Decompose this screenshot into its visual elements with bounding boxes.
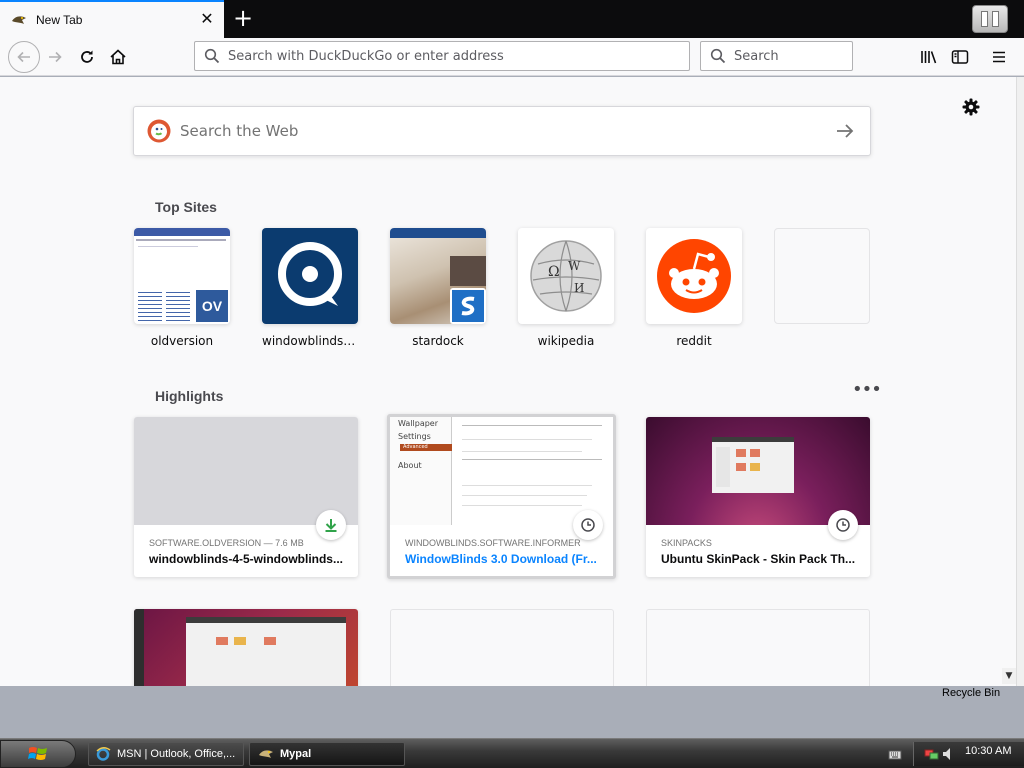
top-site-wikipedia[interactable]: Ω W И wikipedia: [518, 228, 614, 348]
site-thumbnail: [262, 228, 358, 324]
library-icon: [921, 51, 937, 64]
card-source: WINDOWBLINDS.SOFTWARE.INFORMER: [405, 538, 581, 548]
site-thumbnail: OV: [134, 228, 230, 324]
highlight-card-windowblinds-informer[interactable]: Wallpaper Settings Advanced About WINDOW…: [387, 414, 616, 579]
hamburger-icon: [993, 51, 1005, 63]
highlight-card-oldversion[interactable]: SOFTWARE.OLDVERSION — 7.6 MB windowblind…: [134, 417, 358, 577]
reload-icon: [81, 50, 93, 63]
settings-gear-icon[interactable]: [960, 96, 982, 118]
taskbar-item-label: MSN | Outlook, Office,...: [117, 748, 236, 760]
network-icon[interactable]: [924, 746, 940, 762]
card-thumbnail: Wallpaper Settings Advanced About: [390, 417, 613, 525]
new-tab-button[interactable]: +: [232, 6, 254, 30]
windows-logo-icon: [28, 747, 47, 760]
web-search-input[interactable]: [180, 122, 820, 140]
highlights-heading: Highlights: [155, 388, 224, 404]
back-arrow-icon: [17, 51, 30, 63]
home-button[interactable]: [103, 42, 133, 72]
internet-explorer-icon: [96, 747, 111, 761]
site-label: windowblinds.s...: [262, 334, 358, 348]
svg-text:W: W: [568, 259, 581, 273]
windowblinds-logo-icon: [278, 242, 342, 306]
clock-icon: [828, 510, 858, 540]
library-button[interactable]: [914, 42, 944, 72]
taskbar-item-label: Mypal: [280, 748, 312, 760]
highlight-card-partial[interactable]: [134, 609, 358, 686]
volume-icon[interactable]: [942, 746, 954, 762]
start-button[interactable]: [0, 740, 76, 768]
forward-arrow-icon: [49, 51, 62, 63]
top-site-stardock[interactable]: stardock: [390, 228, 486, 348]
window-controls[interactable]: [972, 5, 1008, 33]
taskbar-item-msn[interactable]: MSN | Outlook, Office,...: [88, 742, 244, 766]
search-icon: [204, 48, 220, 64]
tab-new-tab[interactable]: New Tab ✕: [0, 0, 224, 38]
card-thumbnail: [646, 417, 870, 525]
address-bar[interactable]: [194, 41, 690, 71]
taskbar-clock[interactable]: 10:30 AM: [965, 745, 1011, 757]
mypal-icon: [259, 750, 273, 758]
search-input[interactable]: [734, 48, 852, 64]
search-icon: [710, 48, 726, 64]
more-options-icon[interactable]: •••: [852, 381, 882, 403]
clock-icon: [573, 510, 603, 540]
mypal-tab-icon: [11, 12, 27, 28]
reddit-logo-icon: [657, 239, 731, 313]
highlight-card-empty-slot: [390, 609, 614, 686]
top-site-oldversion[interactable]: OV oldversion: [134, 228, 230, 348]
reload-button[interactable]: [72, 42, 102, 72]
svg-text:И: И: [574, 281, 584, 295]
new-tab-page: Top Sites OV oldversion windowblinds.s..…: [0, 77, 1016, 686]
tab-title: New Tab: [36, 13, 83, 27]
site-label: oldversion: [150, 334, 214, 348]
tab-close-icon[interactable]: ✕: [198, 10, 216, 28]
menu-button[interactable]: [984, 42, 1014, 72]
sidebar-button[interactable]: [945, 42, 975, 72]
site-thumbnail: [390, 228, 486, 324]
oldversion-logo-icon: OV: [194, 288, 230, 324]
card-title: Ubuntu SkinPack - Skin Pack Th...: [661, 552, 856, 566]
sidebar-icon: [951, 50, 969, 64]
taskbar: MSN | Outlook, Office,... Mypal: [0, 738, 1024, 768]
keyboard-icon[interactable]: [888, 747, 902, 761]
top-sites-heading: Top Sites: [155, 199, 217, 215]
site-thumbnail: [646, 228, 742, 324]
download-icon: [316, 510, 346, 540]
highlight-card-skinpacks[interactable]: SKINPACKS Ubuntu SkinPack - Skin Pack Th…: [646, 417, 870, 577]
top-site-windowblinds[interactable]: windowblinds.s...: [262, 228, 358, 348]
svg-text:Ω: Ω: [548, 264, 560, 280]
site-label: reddit: [676, 334, 712, 348]
card-title: windowblinds-4-5-windowblinds...: [149, 552, 343, 566]
card-thumbnail: [134, 609, 358, 686]
address-input[interactable]: [228, 48, 689, 64]
site-label: wikipedia: [537, 334, 595, 348]
card-thumbnail: [134, 417, 358, 525]
card-title: WindowBlinds 3.0 Download (Fr...: [405, 552, 597, 566]
stardock-logo-icon: [450, 288, 486, 324]
top-site-empty-slot: [774, 228, 870, 324]
top-site-reddit[interactable]: reddit: [646, 228, 742, 348]
web-search-box[interactable]: [133, 106, 871, 156]
tab-strip: New Tab ✕ +: [0, 0, 1024, 38]
site-thumbnail: Ω W И: [518, 228, 614, 324]
vertical-scrollbar[interactable]: [1016, 77, 1024, 686]
site-label: stardock: [412, 334, 464, 348]
highlight-card-empty-slot: [646, 609, 870, 686]
home-icon: [110, 49, 126, 65]
wikipedia-globe-icon: Ω W И: [530, 240, 602, 312]
arrow-right-icon[interactable]: [834, 120, 856, 142]
scroll-down-arrow-icon[interactable]: ▼: [1002, 668, 1016, 684]
taskbar-item-mypal[interactable]: Mypal: [249, 742, 405, 766]
search-bar[interactable]: [700, 41, 853, 71]
navigation-toolbar: [0, 38, 1024, 76]
back-button[interactable]: [8, 41, 40, 73]
forward-button[interactable]: [40, 42, 70, 72]
duckduckgo-logo-icon: [147, 119, 171, 143]
recycle-bin-label[interactable]: Recycle Bin: [942, 687, 1000, 699]
